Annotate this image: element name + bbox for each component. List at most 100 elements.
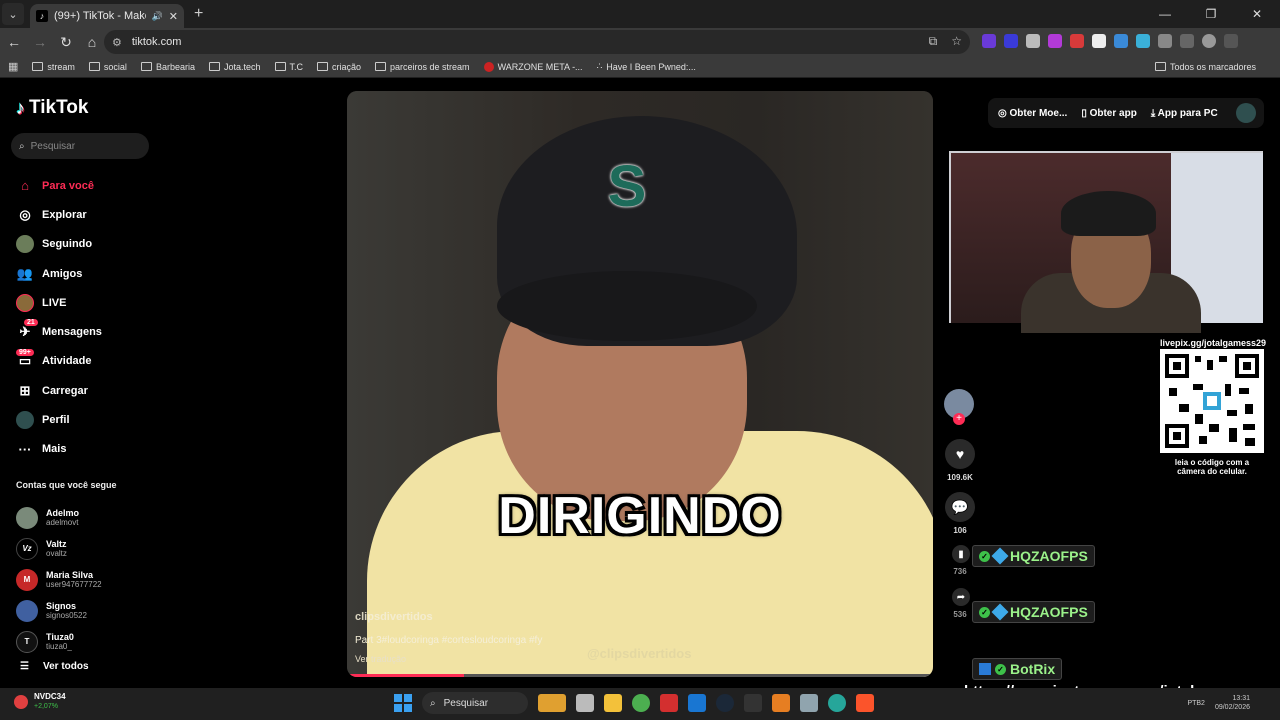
tiktok-logo[interactable]: ♪ TikTok [16,97,88,119]
sidebar-item-para-voce[interactable]: ⌂ Para você [16,171,102,200]
extension-icon[interactable] [1136,34,1150,48]
home-browser-icon[interactable]: ⌂ [80,34,104,50]
clock[interactable]: 13:31 09/02/2026 [1215,694,1250,712]
extension-icon[interactable] [1114,34,1128,48]
see-translation-link[interactable]: Ver tradução [355,654,406,664]
see-all-button[interactable]: ☰ Ver todos [20,661,89,672]
creator-avatar[interactable]: + [944,389,974,425]
list-item[interactable]: T Tiuza0 tiuza0_ [16,626,102,657]
share-button[interactable]: ➦ [952,588,970,606]
forward-icon[interactable]: → [28,34,52,50]
bookmark-folder[interactable]: Barbearia [140,62,195,72]
save-button[interactable]: ▮ [952,545,970,563]
browser-tab[interactable]: ♪ (99+) TikTok - Make Your Day 🔊 ✕ [30,4,184,28]
avatar[interactable] [1235,103,1256,123]
subscriber-icon [991,603,1009,621]
bookmark-link[interactable]: WARZONE META -... [483,61,583,72]
stock-icon [14,694,28,709]
extension-icon[interactable] [1092,34,1106,48]
brave-icon[interactable] [856,694,874,712]
stock-widget[interactable]: NVDC34 +2,07% [14,692,66,711]
epic-games-icon[interactable] [744,694,762,712]
share-icon: ➦ [956,591,966,603]
bookmark-folder[interactable]: social [88,62,127,72]
reading-list-icon[interactable] [1180,34,1194,48]
install-icon[interactable]: ⧉ [929,34,938,49]
app-icon[interactable] [800,694,818,712]
live-icon [16,293,34,312]
maximize-icon[interactable]: ❐ [1188,0,1234,28]
list-item[interactable]: Signos signos0522 [16,595,102,626]
sidebar-item-atividade[interactable]: ▭ 99+ Atividade [16,347,102,376]
follow-plus-icon[interactable]: + [953,413,965,425]
puzzle-icon[interactable] [1158,34,1172,48]
comment-button[interactable]: 💬 [945,492,975,522]
bookmark-folder[interactable]: Jota.tech [208,62,261,72]
reload-icon[interactable]: ↻ [54,34,78,51]
list-item[interactable]: M Maria Silva user947677722 [16,564,102,595]
sidebar-item-mensagens[interactable]: ✈ 21 Mensagens [16,317,102,346]
get-coins-button[interactable]: ◎ Obter Moe... [998,108,1067,119]
profile-icon[interactable] [1202,34,1216,48]
sidebar-item-perfil[interactable]: Perfil [16,405,102,434]
pc-app-button[interactable]: ⤓ App para PC [1151,108,1218,119]
bookmark-label: stream [47,61,75,72]
app-icon[interactable] [660,694,678,712]
site-info-icon[interactable]: ⚙ [112,36,122,49]
extension-icon[interactable] [982,34,996,48]
search-input[interactable]: ⌕ Pesquisar [11,133,149,159]
steam-icon[interactable] [716,694,734,712]
bookmark-folder[interactable]: stream [32,62,75,72]
menu-kebab-icon[interactable] [1224,34,1238,48]
taskbar-search[interactable]: ⌕ Pesquisar [422,692,528,714]
video-player[interactable]: S DIRIGINDO @clipsdivertidos clipsdivert… [347,91,933,677]
extension-icon[interactable] [1048,34,1062,48]
chrome-icon[interactable] [632,694,650,712]
sidebar-item-seguindo[interactable]: Seguindo [16,230,102,259]
list-item[interactable]: Adelmo adelmovt [16,502,102,533]
extension-icon[interactable] [1070,34,1084,48]
bookmark-folder[interactable]: parceiros de stream [375,62,470,72]
extension-icon[interactable] [1026,34,1040,48]
address-bar[interactable]: ⚙ tiktok.com ⧉ ☆ [104,30,970,54]
bookmark-folder[interactable]: T.C [274,62,303,72]
tab-list-button[interactable]: ⌄ [2,3,24,25]
sidebar-item-explorar[interactable]: ◎ Explorar [16,200,102,229]
sidebar-item-live[interactable]: LIVE [16,288,102,317]
app-icon[interactable] [772,694,790,712]
minimize-icon[interactable]: — [1142,0,1188,28]
widget-app-icon[interactable] [538,694,566,712]
new-tab-button[interactable]: + [194,5,203,23]
account-name: Valtz [46,539,67,549]
close-window-icon[interactable]: ✕ [1234,0,1280,28]
speaker-icon[interactable]: 🔊 [152,11,163,22]
back-icon[interactable]: ← [2,34,26,50]
bookmark-link[interactable]: ∴ Have I Been Pwned:... [597,61,696,72]
all-bookmarks[interactable]: Todos os marcadores [1154,62,1256,72]
get-app-button[interactable]: ▯ Obter app [1081,108,1137,119]
bookmark-folder[interactable]: criação [317,62,361,72]
task-view-icon[interactable] [576,694,594,712]
list-item[interactable]: Vz Valtz ovaltz [16,533,102,564]
close-tab-icon[interactable]: ✕ [169,10,178,23]
sidebar-item-mais[interactable]: ··· Mais [16,435,102,464]
apps-grid-icon[interactable]: ▦ [8,60,18,73]
video-progress-bar[interactable] [347,674,933,677]
account-handle: adelmovt [46,518,79,527]
following-section-title: Contas que você segue [16,480,117,490]
like-button[interactable]: ♥ [945,439,975,469]
app-icon[interactable] [828,694,846,712]
app-icon[interactable] [688,694,706,712]
extension-icon[interactable] [1004,34,1018,48]
windows-start-icon[interactable] [394,694,412,712]
file-explorer-icon[interactable] [604,694,622,712]
sidebar-item-amigos[interactable]: 👥 Amigos [16,259,102,288]
bookmark-star-icon[interactable]: ☆ [951,34,962,49]
sidebar-item-carregar[interactable]: ⊞ Carregar [16,376,102,405]
video-author[interactable]: clipsdivertidos [355,611,433,623]
sidebar-item-label: Para você [42,179,94,192]
save-count: 736 [953,567,967,576]
input-language[interactable]: PTB2 [1187,700,1205,707]
compass-icon: ◎ [19,206,31,222]
see-all-label: Ver todos [42,661,89,672]
